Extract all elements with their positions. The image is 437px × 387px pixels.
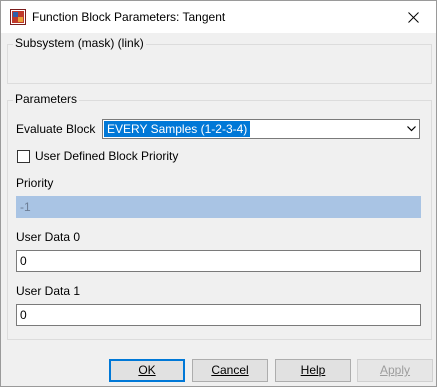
user-priority-label[interactable]: User Defined Block Priority	[35, 149, 178, 163]
ok-button-label: OK	[138, 363, 156, 377]
evaluate-block-select[interactable]: EVERY Samples (1-2-3-4)	[102, 119, 420, 139]
window-title: Function Block Parameters: Tangent	[32, 10, 226, 24]
cancel-button-label: Cancel	[211, 363, 249, 377]
close-icon	[407, 11, 419, 23]
apply-button-label: Apply	[379, 363, 411, 377]
help-button[interactable]: Help	[275, 359, 351, 382]
dropdown-arrow[interactable]	[403, 120, 419, 138]
chevron-down-icon	[406, 126, 416, 132]
dialog-window: Function Block Parameters: Tangent Subsy…	[0, 0, 437, 387]
help-button-label: Help	[300, 363, 326, 377]
user-data-0-field[interactable]: 0	[16, 250, 421, 272]
parameters-group-label: Parameters	[13, 92, 80, 106]
cancel-button[interactable]: Cancel	[192, 359, 268, 382]
evaluate-block-label: Evaluate Block	[16, 122, 96, 136]
subsystem-group-label: Subsystem (mask) (link)	[13, 36, 146, 50]
close-button[interactable]	[390, 1, 436, 33]
simulink-block-icon	[10, 9, 26, 25]
priority-field: -1	[16, 196, 421, 218]
user-data-1-label: User Data 1	[16, 284, 81, 298]
apply-button[interactable]: Apply	[357, 359, 433, 382]
ok-button[interactable]: OK	[109, 359, 185, 382]
title-bar[interactable]: Function Block Parameters: Tangent	[1, 1, 436, 33]
subsystem-group	[7, 44, 432, 84]
user-data-0-label: User Data 0	[16, 230, 81, 244]
user-data-1-field[interactable]: 0	[16, 304, 421, 326]
evaluate-block-selected-value: EVERY Samples (1-2-3-4)	[104, 121, 251, 137]
user-priority-checkbox[interactable]	[17, 150, 30, 163]
priority-label: Priority	[16, 176, 54, 190]
